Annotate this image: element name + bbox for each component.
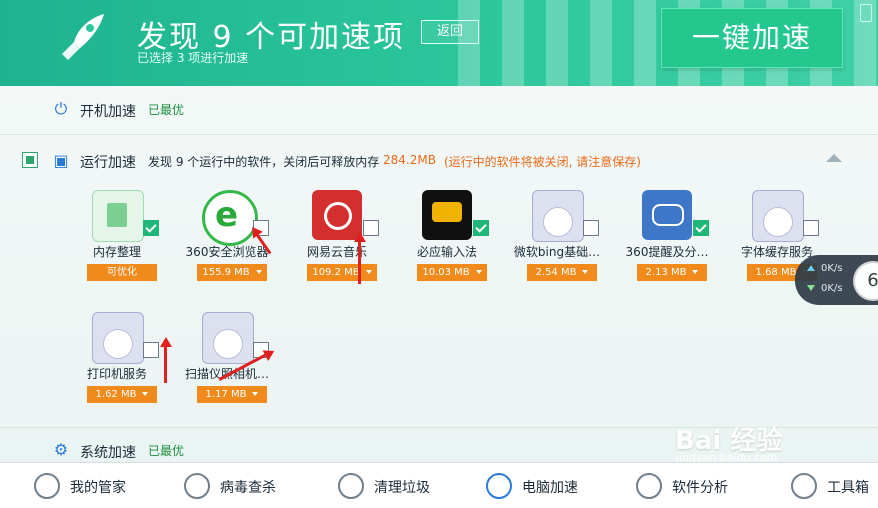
disc-service-icon [202, 312, 254, 364]
speed-ball[interactable]: 6 [853, 261, 878, 301]
annotation-arrow [354, 232, 366, 284]
app-checkbox[interactable] [143, 220, 159, 236]
window-menu-icon[interactable] [860, 4, 872, 22]
app-tile[interactable]: 内存整理 可优化 [62, 190, 172, 300]
memory-icon: ▣ [53, 151, 69, 170]
one-click-accelerate-button[interactable]: 一键加速 [661, 8, 843, 68]
app-label: 微软bing基础… [513, 245, 601, 259]
dropdown-caret-icon [255, 270, 262, 274]
upload-arrow-icon [807, 265, 815, 271]
dropdown-caret-icon [475, 270, 482, 274]
app-tile[interactable]: 扫描仪照相机… 1.17 MB [172, 312, 282, 422]
app-size-badge[interactable]: 155.9 MB [197, 264, 267, 281]
app-size-badge[interactable]: 2.13 MB [637, 264, 707, 281]
app-tile[interactable]: 360提醒及分… 2.13 MB [612, 190, 722, 300]
annotation-arrow [160, 337, 172, 383]
app-size-badge[interactable]: 10.03 MB [417, 264, 487, 281]
ie-browser-icon [202, 190, 258, 246]
nav-label: 病毒查杀 [220, 480, 276, 496]
running-size: 284.2MB [383, 153, 436, 167]
dropdown-caret-icon [582, 270, 589, 274]
app-checkbox[interactable] [583, 220, 599, 236]
app-size-badge[interactable]: 1.17 MB [197, 386, 267, 403]
startup-title: 开机加速 [80, 104, 136, 120]
divider [0, 134, 878, 135]
power-icon: ⏻ [54, 99, 68, 118]
nav-label: 清理垃圾 [374, 480, 430, 496]
app-size-badge[interactable]: 109.2 MB [307, 264, 377, 281]
app-checkbox[interactable] [473, 220, 489, 236]
header-banner: 发现 9 个可加速项 已选择 3 项进行加速 返回 一键加速 [0, 0, 878, 86]
page-subtitle: 已选择 3 项进行加速 [137, 51, 249, 65]
app-label: 必应输入法 [416, 245, 477, 259]
disc-service-icon [752, 190, 804, 242]
nav-label: 电脑加速 [522, 480, 578, 496]
app-checkbox[interactable] [693, 220, 709, 236]
nav-label: 软件分析 [672, 480, 728, 496]
network-speed-widget[interactable]: 0K/s 0K/s 6 [795, 255, 878, 305]
app-tile[interactable]: 网易云音乐 109.2 MB [282, 190, 392, 300]
running-title: 运行加速 [80, 155, 136, 171]
dropdown-caret-icon [142, 392, 149, 396]
app-size-badge[interactable]: 2.54 MB [527, 264, 597, 281]
memory-chip-icon [92, 190, 144, 242]
nav-label: 工具箱 [827, 480, 869, 496]
gear-icon: ⚙ [53, 440, 69, 459]
upload-speed: 0K/s [807, 263, 843, 274]
dropdown-caret-icon [252, 392, 259, 396]
rocket-icon [52, 8, 112, 68]
rocket-icon [486, 473, 512, 499]
nav-label: 我的管家 [70, 480, 126, 496]
app-size-badge[interactable]: 可优化 [87, 264, 157, 281]
app-tile[interactable]: 必应输入法 10.03 MB [392, 190, 502, 300]
system-status: 已最优 [148, 444, 185, 458]
app-tile[interactable]: 微软bing基础… 2.54 MB [502, 190, 612, 300]
system-title: 系统加速 [80, 445, 136, 461]
app-size-badge[interactable]: 1.62 MB [87, 386, 157, 403]
running-description: 发现 9 个运行中的软件，关闭后可释放内存 [148, 155, 380, 169]
broom-icon [338, 473, 364, 499]
download-arrow-icon [807, 285, 815, 291]
collapse-icon[interactable] [826, 154, 842, 162]
app-checkbox[interactable] [803, 220, 819, 236]
dropdown-caret-icon [365, 270, 372, 274]
app-label: 网易云音乐 [306, 245, 367, 259]
app-label: 内存整理 [92, 245, 141, 259]
running-warning: (运行中的软件将被关闭, 请注意保存) [444, 155, 641, 169]
startup-section: ⏻ 开机加速 已最优 [0, 86, 878, 134]
dropdown-caret-icon [692, 270, 699, 274]
toolbox-icon [791, 473, 817, 499]
user-icon [34, 473, 60, 499]
app-tile[interactable]: 打印机服务 1.62 MB [62, 312, 172, 422]
disc-service-icon [92, 312, 144, 364]
bing-input-icon [422, 190, 472, 240]
download-speed: 0K/s [807, 283, 843, 294]
chat-bubble-icon [642, 190, 692, 240]
startup-status: 已最优 [148, 103, 185, 117]
app-label: 打印机服务 [86, 367, 147, 381]
chart-icon [636, 473, 662, 499]
app-checkbox[interactable] [143, 342, 159, 358]
running-checkbox[interactable] [22, 152, 38, 168]
back-button[interactable]: 返回 [421, 20, 479, 44]
bottom-nav: 我的管家 病毒查杀 清理垃圾 电脑加速 软件分析 工具箱 [0, 462, 878, 508]
shield-icon [184, 473, 210, 499]
app-label: 360提醒及分… [625, 245, 709, 259]
disc-service-icon [532, 190, 584, 242]
